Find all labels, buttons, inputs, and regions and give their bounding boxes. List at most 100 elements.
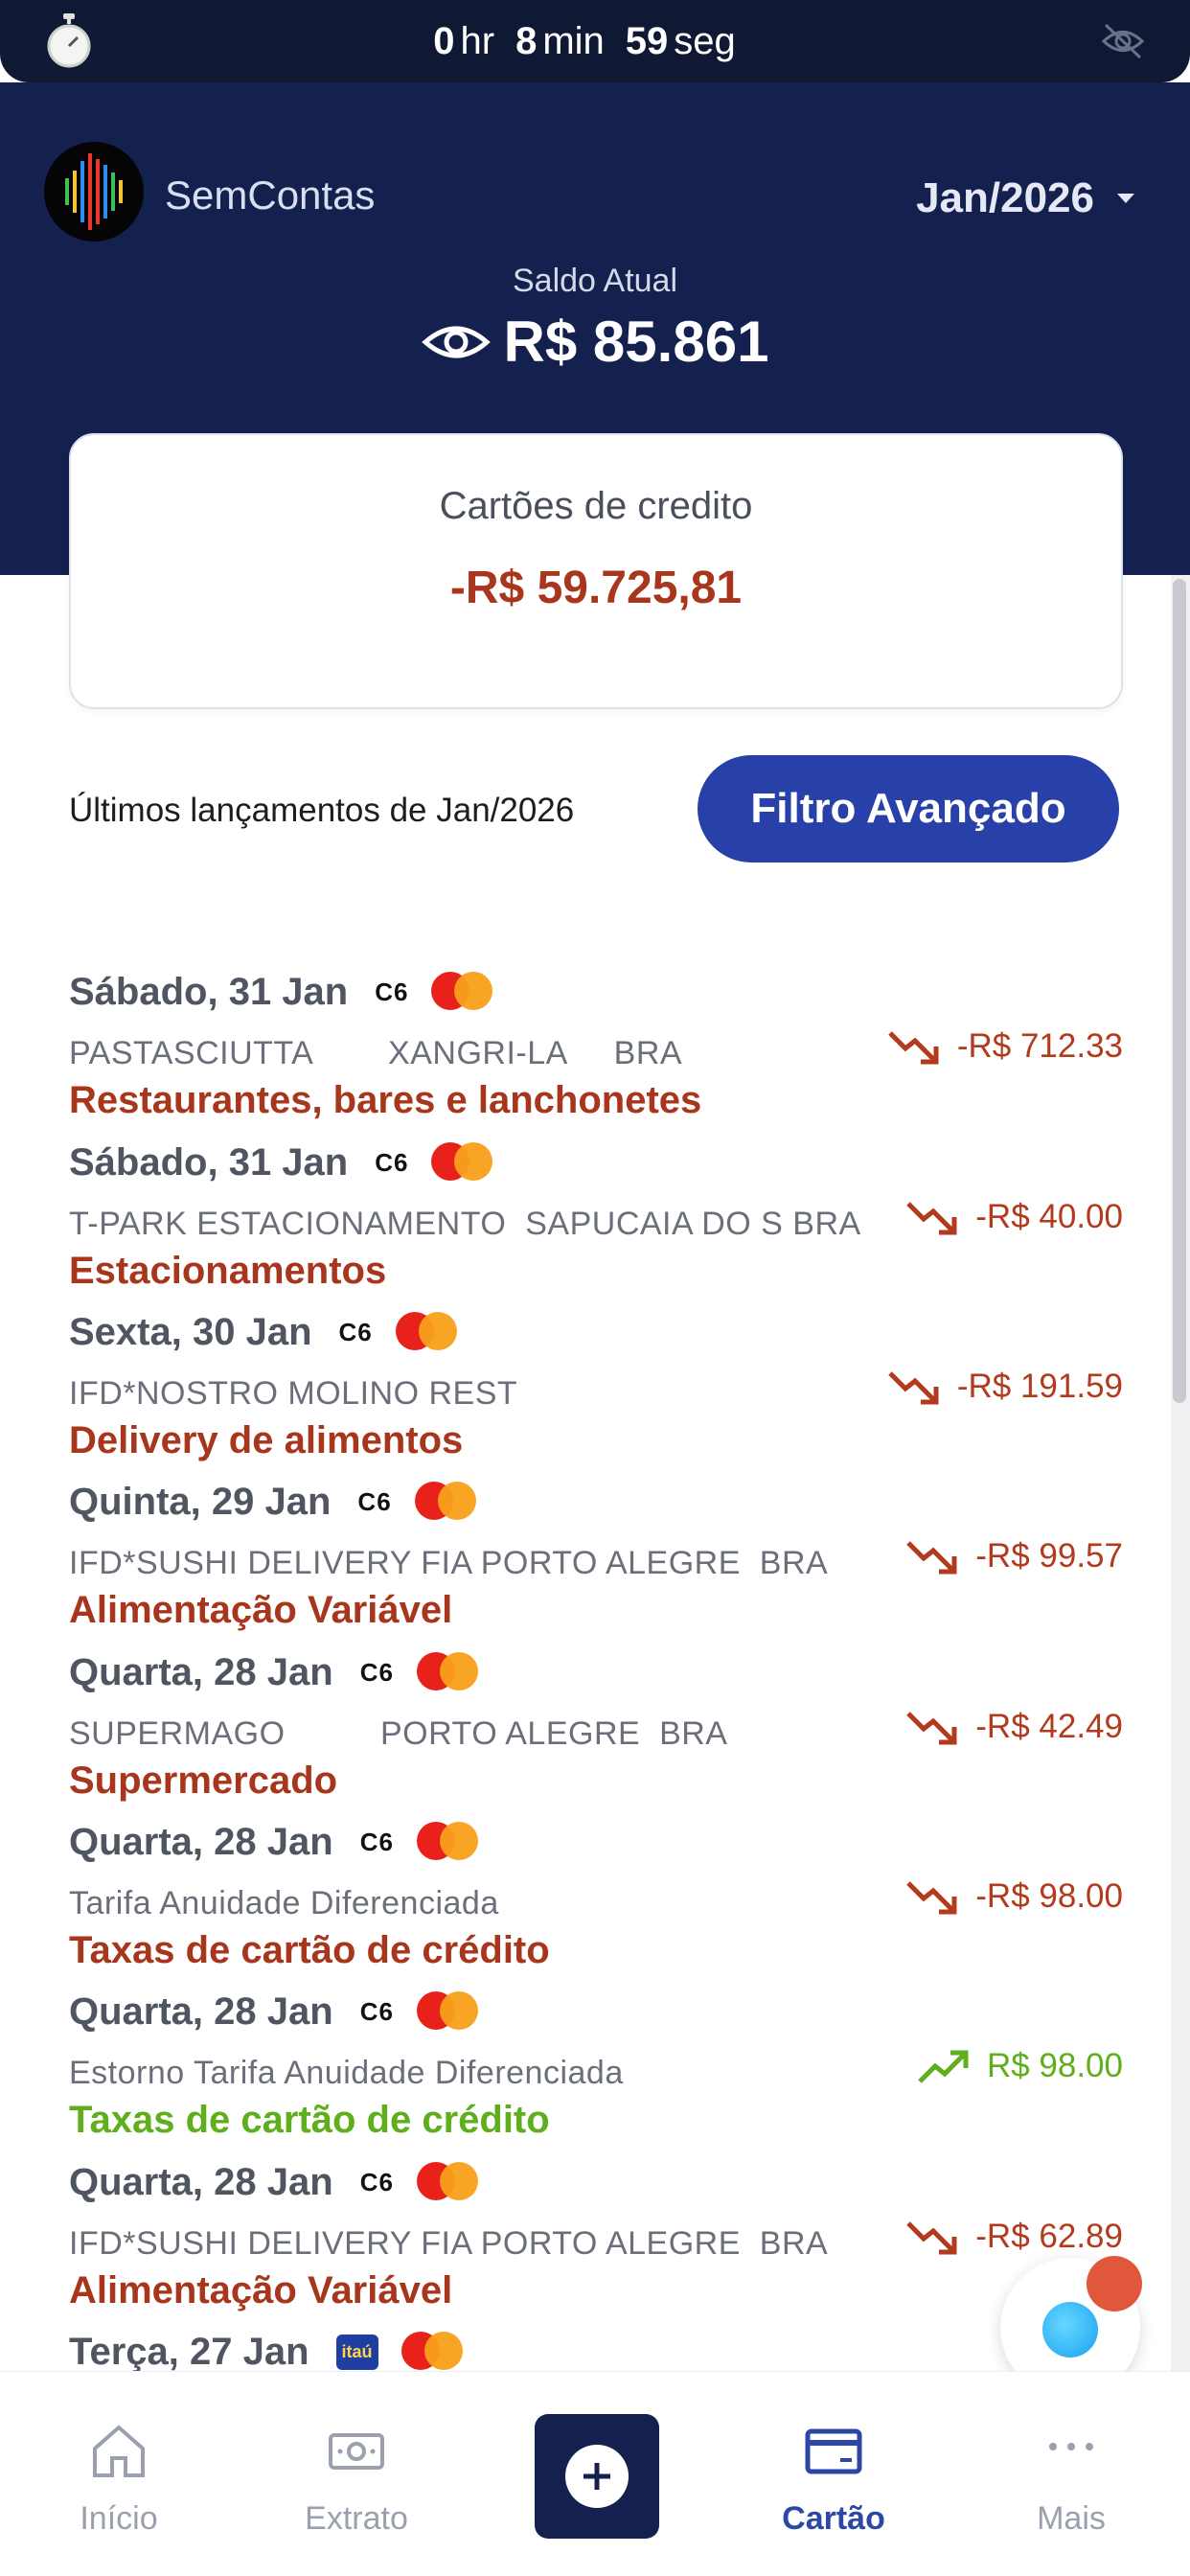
nav-statement-label: Extrato: [305, 2500, 408, 2537]
transaction-date-row: Sábado, 31 Jan C6: [69, 970, 494, 1014]
eye-icon[interactable]: [421, 319, 491, 365]
mastercard-icon: [400, 2330, 465, 2374]
transaction-category: Supermercado: [69, 1760, 338, 1802]
transaction-description: T-PARK ESTACIONAMENTO SAPUCAIA DO S BRA: [69, 1206, 861, 1242]
app-logo: [44, 142, 144, 242]
nav-card[interactable]: Cartão: [738, 2420, 929, 2538]
mastercard-icon: [416, 1650, 480, 1694]
transaction-date-row: Quarta, 28 Jan C6: [69, 2160, 480, 2204]
transaction-category: Alimentação Variável: [69, 2269, 453, 2312]
bank-logo: C6: [338, 1317, 373, 1346]
transaction-date: Quarta, 28 Jan: [69, 2160, 333, 2203]
add-transaction-button[interactable]: [535, 2414, 659, 2539]
transaction-date-row: Sexta, 30 Jan C6: [69, 1310, 459, 1354]
nav-statement[interactable]: Extrato: [261, 2420, 452, 2538]
timer-hours: 0: [433, 19, 455, 62]
transaction-item[interactable]: Quinta, 29 Jan C6 IFD*SUSHI DELIVERY FIA…: [69, 1480, 1123, 1648]
trend-down-icon: [906, 2221, 957, 2255]
timer-seconds: 59: [625, 19, 669, 62]
mastercard-icon: [414, 1480, 478, 1524]
transaction-amount-row: -R$ 191.59: [886, 1366, 1123, 1408]
transaction-amount-row: -R$ 62.89: [904, 2216, 1123, 2258]
balance-label: Saldo Atual: [512, 263, 678, 299]
transaction-amount: -R$ 712.33: [956, 1027, 1123, 1065]
nav-more-label: Mais: [1037, 2500, 1106, 2537]
mastercard-icon: [395, 1310, 459, 1354]
transaction-amount: -R$ 62.89: [975, 2218, 1123, 2255]
bank-logo: C6: [375, 1147, 409, 1177]
transaction-date: Sexta, 30 Jan: [69, 1310, 312, 1353]
stopwatch-icon: [47, 13, 91, 68]
transaction-category: Estacionamentos: [69, 1250, 387, 1292]
transaction-item[interactable]: Sexta, 30 Jan C6 IFD*NOSTRO MOLINO REST …: [69, 1310, 1123, 1479]
transaction-description: IFD*SUSHI DELIVERY FIA PORTO ALEGRE BRA: [69, 1545, 829, 1581]
nav-card-label: Cartão: [782, 2500, 885, 2537]
transaction-date-row: Quarta, 28 Jan C6: [69, 1650, 480, 1694]
trend-down-icon: [906, 1881, 957, 1915]
transaction-date: Sábado, 31 Jan: [69, 970, 349, 1013]
app-name: SemContas: [165, 172, 376, 218]
transaction-item[interactable]: Quarta, 28 Jan C6 Tarifa Anuidade Difere…: [69, 1820, 1123, 1989]
transaction-date: Terça, 27 Jan: [69, 2330, 309, 2373]
section-title: Últimos lançamentos de Jan/2026: [69, 792, 575, 829]
trend-up-icon: [918, 2050, 969, 2083]
mastercard-icon: [431, 1140, 494, 1184]
credit-cards-summary[interactable]: Cartões de credito -R$ 59.725,81: [69, 433, 1123, 709]
bank-logo: C6: [359, 1827, 394, 1856]
transaction-amount: R$ 98.00: [986, 2047, 1123, 2084]
transaction-amount-row: -R$ 99.57: [904, 1535, 1123, 1577]
transaction-date-row: Quarta, 28 Jan C6: [69, 1990, 480, 2034]
advanced-filter-button[interactable]: Filtro Avançado: [698, 755, 1119, 862]
chat-icon: [1042, 2302, 1098, 2358]
nav-home[interactable]: Início: [23, 2420, 215, 2538]
transaction-item[interactable]: Quarta, 28 Jan C6 IFD*SUSHI DELIVERY FIA…: [69, 2160, 1123, 2329]
transaction-category: Alimentação Variável: [69, 1589, 453, 1631]
transaction-amount: -R$ 98.00: [975, 1877, 1123, 1915]
nav-home-label: Início: [80, 2500, 158, 2537]
balance-value: R$ 85.861: [503, 310, 769, 374]
bank-logo: itaú: [335, 2334, 378, 2370]
mastercard-icon: [431, 970, 494, 1014]
money-icon: [329, 2433, 384, 2470]
transaction-category: Taxas de cartão de crédito: [69, 2099, 550, 2141]
home-icon: [93, 2425, 145, 2477]
bank-logo: C6: [359, 1996, 394, 2026]
transaction-item[interactable]: Quarta, 28 Jan C6 SUPERMAGO PORTO ALEGRE…: [69, 1650, 1123, 1819]
scrollbar-thumb[interactable]: [1173, 579, 1186, 1403]
trend-down-icon: [888, 1371, 939, 1405]
transaction-item[interactable]: Sábado, 31 Jan C6 PASTASCIUTTA XANGRI-LA…: [69, 970, 1123, 1138]
trend-down-icon: [906, 1202, 957, 1235]
transaction-amount: -R$ 40.00: [975, 1198, 1123, 1235]
transaction-item[interactable]: Sábado, 31 Jan C6 T-PARK ESTACIONAMENTO …: [69, 1140, 1123, 1309]
transaction-date-row: Quarta, 28 Jan C6: [69, 1820, 480, 1864]
bank-logo: C6: [359, 2167, 394, 2196]
timer-minutes: 8: [515, 19, 538, 62]
transaction-date-row: Terça, 27 Jan itaú: [69, 2330, 465, 2374]
transaction-date-row: Quinta, 29 Jan C6: [69, 1480, 478, 1524]
transaction-amount-row: -R$ 98.00: [904, 1875, 1123, 1918]
nav-more[interactable]: Mais: [975, 2420, 1167, 2538]
transaction-category: Delivery de alimentos: [69, 1419, 464, 1461]
transaction-item[interactable]: Quarta, 28 Jan C6 Estorno Tarifa Anuidad…: [69, 1990, 1123, 2158]
transaction-description: PASTASCIUTTA XANGRI-LA BRA: [69, 1035, 683, 1071]
trend-down-icon: [906, 1541, 957, 1575]
transaction-description: IFD*NOSTRO MOLINO REST: [69, 1375, 518, 1412]
transaction-description: SUPERMAGO PORTO ALEGRE BRA: [69, 1715, 728, 1752]
transaction-category: Taxas de cartão de crédito: [69, 1929, 550, 1971]
plus-icon: [565, 2445, 629, 2508]
transaction-date: Quarta, 28 Jan: [69, 1650, 333, 1693]
mastercard-icon: [416, 2160, 480, 2204]
transaction-description: Tarifa Anuidade Diferenciada: [69, 1885, 499, 1921]
balance-row: R$ 85.861: [0, 309, 1190, 375]
timer-minutes-unit: min: [542, 19, 605, 62]
more-icon: [1049, 2443, 1093, 2450]
eye-off-icon[interactable]: [1100, 21, 1146, 61]
transaction-amount: -R$ 191.59: [956, 1368, 1123, 1405]
timer-hours-unit: hr: [460, 19, 495, 62]
transaction-date-row: Sábado, 31 Jan C6: [69, 1140, 494, 1184]
trend-down-icon: [888, 1031, 939, 1065]
month-selector[interactable]: Jan/2026: [916, 174, 1134, 222]
timer-seconds-unit: seg: [674, 19, 736, 62]
transaction-category: Restaurantes, bares e lanchonetes: [69, 1079, 702, 1121]
credit-cards-value: -R$ 59.725,81: [449, 563, 743, 613]
